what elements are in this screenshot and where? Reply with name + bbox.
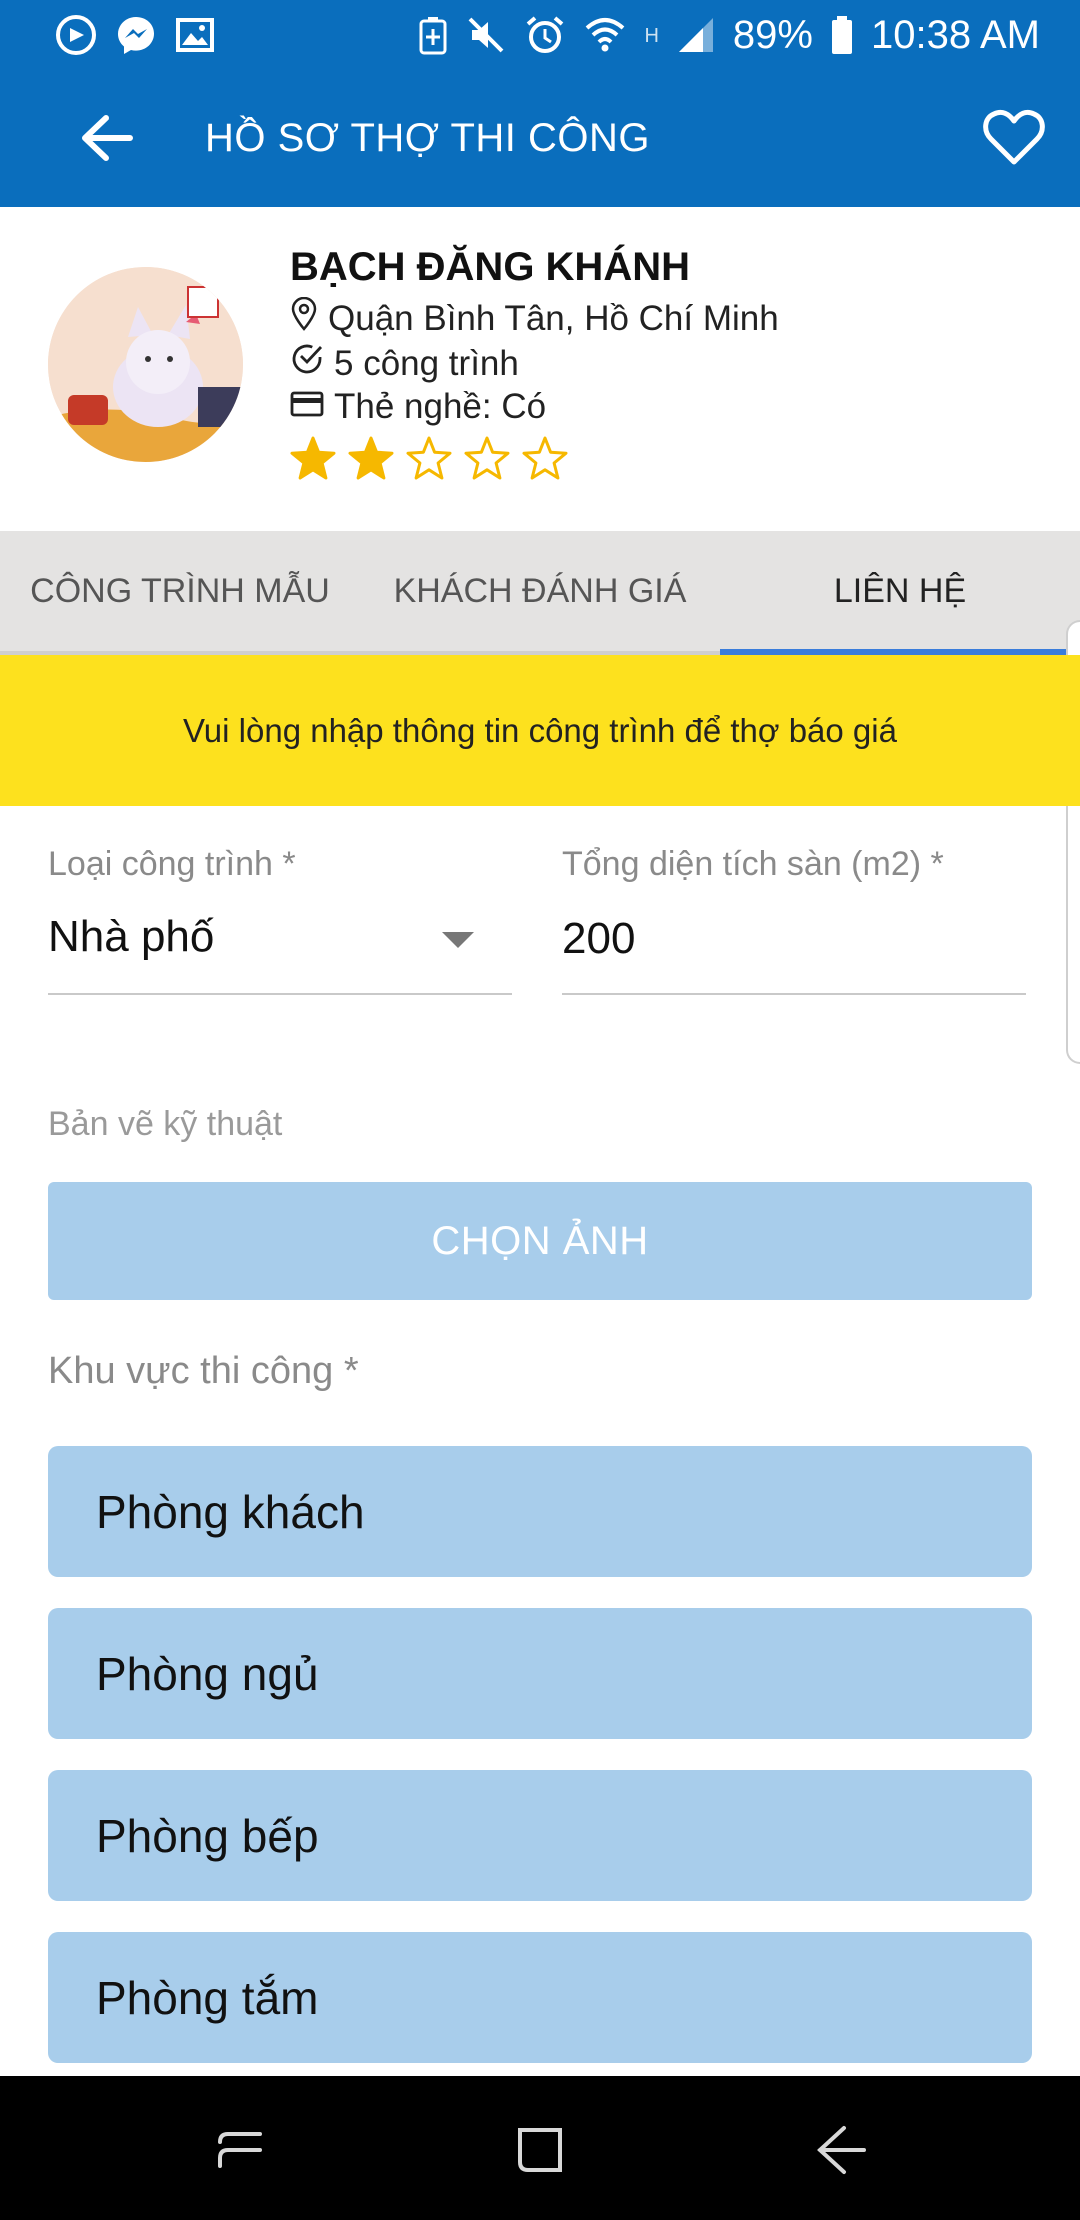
system-nav-bar — [0, 2076, 1080, 2220]
clock: 10:38 AM — [870, 12, 1040, 57]
alarm-icon — [524, 14, 566, 56]
battery-icon — [831, 16, 853, 54]
tab-customer-reviews[interactable]: KHÁCH ĐÁNH GIÁ — [360, 531, 720, 651]
network-type: H — [644, 24, 659, 47]
info-banner: Vui lòng nhập thông tin công trình để th… — [0, 655, 1080, 806]
area-option-kitchen[interactable]: Phòng bếp — [48, 1770, 1032, 1901]
signal-icon — [677, 16, 715, 54]
status-left-icons — [55, 14, 215, 56]
star-filled-icon — [290, 435, 336, 486]
star-filled-icon — [348, 435, 394, 486]
area-option-living-room[interactable]: Phòng khách — [48, 1446, 1032, 1577]
recents-icon[interactable] — [212, 2122, 268, 2183]
floor-area-label: Tổng diện tích sàn (m2) * — [562, 845, 944, 883]
home-icon[interactable] — [512, 2122, 568, 2183]
star-outline-icon — [406, 435, 452, 486]
star-outline-icon — [464, 435, 510, 486]
project-type-underline — [48, 993, 512, 995]
tab-contact[interactable]: LIÊN HỆ — [720, 531, 1080, 655]
project-type-select[interactable]: Nhà phố — [48, 912, 214, 962]
projects-row: 5 công trình — [290, 342, 519, 385]
dropdown-arrow-icon[interactable] — [442, 932, 474, 948]
mute-icon — [466, 15, 506, 55]
worker-name: BẠCH ĐĂNG KHÁNH — [290, 245, 690, 289]
project-type-label: Loại công trình * — [48, 845, 296, 883]
status-right-icons: H 89% 10:38 AM — [418, 13, 1040, 58]
wifi-icon — [584, 16, 626, 54]
check-circle-icon — [290, 342, 324, 385]
drawings-label: Bản vẽ kỹ thuật — [48, 1105, 283, 1143]
app-bar: HỒ SƠ THỢ THI CÔNG — [0, 70, 1080, 207]
messenger-icon — [115, 14, 157, 56]
back-icon[interactable] — [814, 2122, 870, 2183]
avatar — [48, 267, 243, 462]
arrow-left-icon[interactable] — [80, 115, 134, 166]
location-text: Quận Bình Tân, Hồ Chí Minh — [328, 298, 779, 338]
location-row: Quận Bình Tân, Hồ Chí Minh — [290, 296, 779, 340]
rating-stars — [290, 435, 568, 486]
gallery-icon — [175, 15, 215, 55]
status-bar: H 89% 10:38 AM — [0, 0, 1080, 70]
tab-bar: CÔNG TRÌNH MẪU KHÁCH ĐÁNH GIÁ LIÊN HỆ — [0, 531, 1080, 655]
license-text: Thẻ nghề: Có — [334, 387, 547, 426]
heart-outline-icon[interactable] — [983, 108, 1045, 171]
construction-area-label: Khu vực thi công * — [48, 1350, 359, 1392]
messenger-app-icon — [55, 14, 97, 56]
battery-percent: 89% — [732, 12, 813, 57]
profile-card: BẠCH ĐĂNG KHÁNH Quận Bình Tân, Hồ Chí Mi… — [0, 207, 1080, 531]
page-title: HỒ SƠ THỢ THI CÔNG — [205, 116, 651, 160]
projects-count: 5 công trình — [334, 343, 519, 383]
battery-saver-icon — [418, 15, 448, 55]
id-card-icon — [290, 387, 324, 427]
area-option-bedroom[interactable]: Phòng ngủ — [48, 1608, 1032, 1739]
area-option-bathroom[interactable]: Phòng tắm — [48, 1932, 1032, 2063]
license-row: Thẻ nghề: Có — [290, 387, 546, 427]
floor-area-input[interactable]: 200 — [562, 914, 635, 964]
star-outline-icon — [522, 435, 568, 486]
choose-image-button[interactable]: CHỌN ẢNH — [48, 1182, 1032, 1300]
floor-area-underline — [562, 993, 1026, 995]
tab-sample-projects[interactable]: CÔNG TRÌNH MẪU — [0, 531, 360, 651]
location-pin-icon — [290, 296, 318, 340]
